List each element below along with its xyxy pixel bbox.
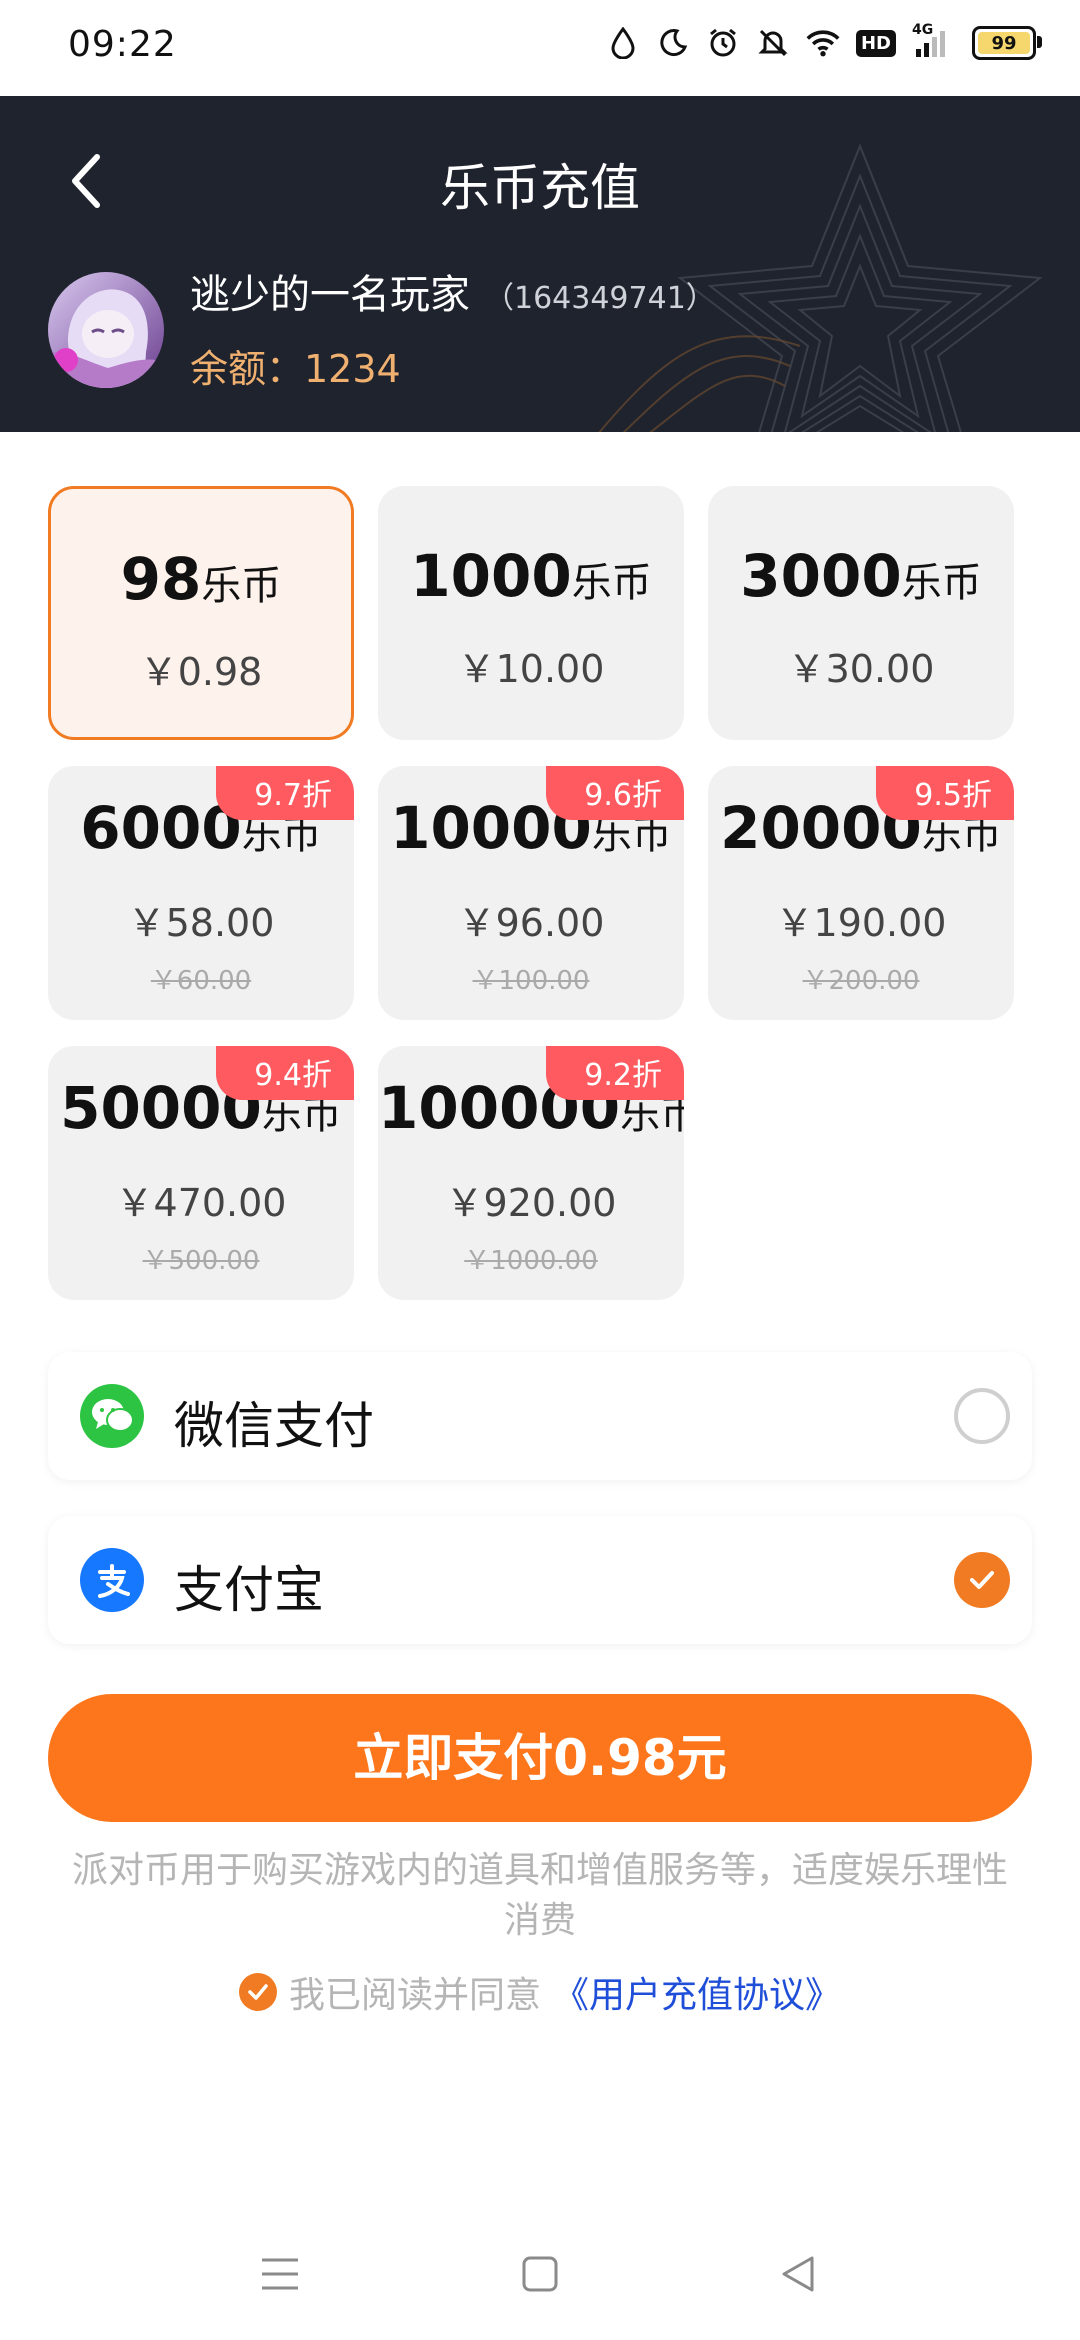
status-bar: 09:22 HD 4G 99 (0, 0, 1080, 96)
avatar[interactable] (48, 272, 164, 388)
package-original-price: ￥1000.00 (464, 1246, 598, 1276)
radio-checked[interactable] (954, 1552, 1010, 1608)
package-original-price: ￥500.00 (142, 1246, 260, 1276)
battery-indicator: 99 (972, 26, 1042, 60)
username: 逃少的一名玩家 （164349741） (190, 262, 716, 320)
page-title: 乐币充值 (440, 159, 640, 217)
package-unit: 乐币 (571, 560, 652, 606)
package-unit: 乐币 (201, 563, 282, 609)
package-amount: 3000乐币 (708, 542, 1014, 610)
radio-unchecked[interactable] (954, 1388, 1010, 1444)
mute-bell-icon (756, 26, 790, 60)
package-original-price: ￥60.00 (150, 966, 252, 996)
package-card-3000[interactable]: 3000乐币 ￥30.00 (708, 486, 1014, 740)
package-card-1000[interactable]: 1000乐币 ￥10.00 (378, 486, 684, 740)
home-icon[interactable] (510, 2244, 570, 2304)
package-original-price: ￥100.00 (472, 966, 590, 996)
package-card-98[interactable]: 98乐币 ￥0.98 (48, 486, 354, 740)
package-price: ￥10.00 (457, 647, 605, 691)
package-amount: 98乐币 (51, 545, 351, 613)
balance: 余额：1234 (190, 347, 401, 391)
water-drop-icon (606, 26, 640, 60)
discount-badge: 9.5折 (876, 766, 1014, 820)
alipay-icon (80, 1548, 144, 1612)
package-price: ￥30.00 (787, 647, 935, 691)
package-amount: 1000乐币 (378, 542, 684, 610)
wechat-icon (80, 1384, 144, 1448)
discount-badge: 9.7折 (216, 766, 354, 820)
package-price: ￥920.00 (445, 1181, 617, 1225)
package-price: ￥470.00 (115, 1181, 287, 1225)
hd-badge: HD (855, 29, 896, 57)
alarm-icon (706, 26, 740, 60)
pay-now-button[interactable]: 立即支付0.98元 (48, 1694, 1032, 1822)
wifi-icon (806, 26, 840, 60)
discount-badge: 9.4折 (216, 1046, 354, 1100)
agreement-checkbox[interactable] (238, 1973, 277, 2011)
system-nav-bar (0, 2220, 1080, 2330)
menu-icon[interactable] (250, 2244, 310, 2304)
package-price: ￥96.00 (457, 901, 605, 945)
payment-option-alipay[interactable]: 支付宝 (48, 1516, 1032, 1644)
agreement-row: 我已阅读并同意 《用户充值协议》 (0, 1966, 1080, 2018)
package-card-6000[interactable]: 6000乐币 9.7折 ￥58.00 ￥60.00 (48, 766, 354, 1020)
user-id: （164349741） (484, 281, 716, 316)
agreement-link[interactable]: 《用户充值协议》 (553, 1966, 841, 2018)
discount-badge: 9.6折 (546, 766, 684, 820)
username-text: 逃少的一名玩家 (190, 272, 470, 318)
notice-text: 派对币用于购买游戏内的道具和增值服务等，适度娱乐理性消费 (71, 1850, 1008, 1941)
discount-badge: 9.2折 (546, 1046, 684, 1100)
agreement-text: 我已阅读并同意 (288, 1975, 541, 2016)
package-card-100000[interactable]: 100000乐币 9.2折 ￥920.00 ￥1000.00 (378, 1046, 684, 1300)
package-price: ￥58.00 (127, 901, 275, 945)
payment-label: 微信支付 (174, 1397, 374, 1455)
package-original-price: ￥200.00 (802, 966, 920, 996)
status-icons: HD 4G 99 (606, 22, 1042, 60)
payment-option-wechat[interactable]: 微信支付 (48, 1352, 1032, 1480)
package-card-50000[interactable]: 50000乐币 9.4折 ￥470.00 ￥500.00 (48, 1046, 354, 1300)
payment-label: 支付宝 (174, 1561, 324, 1619)
moon-icon (656, 26, 690, 60)
package-amount-number: 3000 (740, 542, 902, 610)
package-amount-number: 1000 (410, 542, 572, 610)
back-nav-icon[interactable] (768, 2244, 828, 2304)
package-price: ￥0.98 (139, 650, 263, 694)
status-time: 09:22 (68, 24, 177, 65)
signal-icon: 4G (912, 22, 956, 60)
package-unit: 乐币 (901, 560, 982, 606)
battery-level: 99 (991, 32, 1017, 54)
package-card-10000[interactable]: 10000乐币 9.6折 ￥96.00 ￥100.00 (378, 766, 684, 1020)
package-price: ￥190.00 (775, 901, 947, 945)
package-card-20000[interactable]: 20000乐币 9.5折 ￥190.00 ￥200.00 (708, 766, 1014, 1020)
package-amount-number: 98 (120, 545, 202, 613)
header: 乐币充值 逃少的一名玩家 （164349741） 余额：1234 (0, 96, 1080, 432)
network-type: 4G (912, 22, 934, 38)
